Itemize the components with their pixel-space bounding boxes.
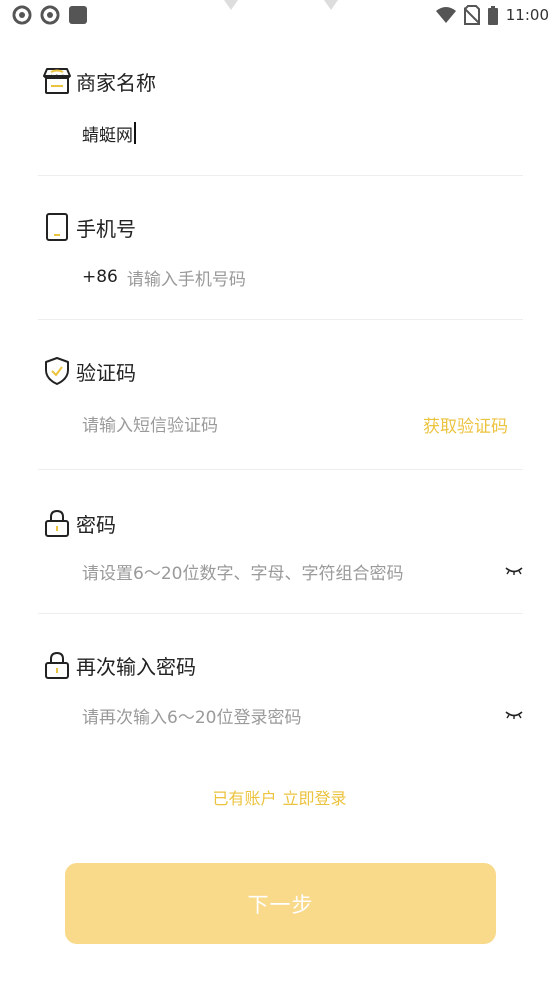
status-time: 11:00 [505, 6, 549, 24]
confirm-password-input[interactable]: 请再次输入6～20位登录密码 [82, 700, 489, 730]
eye-closed-icon[interactable] [505, 565, 523, 577]
shield-check-icon [45, 357, 69, 385]
get-code-button[interactable]: 获取验证码 [423, 412, 508, 437]
verify-code-label-row: 验证码 [42, 356, 136, 386]
status-right-icons: 11:00 [435, 5, 549, 25]
text-caret [134, 122, 136, 144]
store-icon [43, 68, 71, 94]
shop-name-label: 商家名称 [76, 70, 156, 95]
verify-code-placeholder: 请输入短信验证码 [82, 415, 218, 436]
password-placeholder: 请设置6～20位数字、字母、字符组合密码 [82, 563, 404, 584]
login-link-prefix: 已有账户 [212, 789, 277, 808]
phone-placeholder: 请输入手机号码 [126, 269, 246, 290]
login-link-action[interactable]: 立即登录 [283, 789, 347, 808]
eye-closed-icon[interactable] [505, 709, 523, 721]
next-step-button[interactable]: 下一步 [65, 863, 496, 944]
phone-section: 手机号 +86 请输入手机号码 [38, 176, 523, 320]
shop-name-label-row: 商家名称 [42, 66, 156, 96]
sync-icon [40, 5, 60, 25]
confirm-password-label-row: 再次输入密码 [42, 650, 196, 680]
phone-icon [46, 213, 68, 241]
notch-left-decoration [224, 0, 238, 10]
password-label: 密码 [76, 512, 116, 537]
app-square-icon [69, 6, 87, 24]
verify-code-label: 验证码 [76, 360, 136, 385]
shop-name-value: 蜻蜓网 [82, 125, 133, 146]
lock-icon [45, 651, 69, 679]
lock-icon [45, 509, 69, 537]
confirm-password-section: 再次输入密码 请再次输入6～20位登录密码 [38, 614, 523, 754]
password-label-row: 密码 [42, 508, 116, 538]
confirm-password-placeholder: 请再次输入6～20位登录密码 [82, 707, 302, 728]
sync-icon [12, 5, 32, 25]
shop-name-input[interactable]: 蜻蜓网 [82, 118, 523, 148]
no-sim-icon [463, 5, 480, 25]
status-bar: 11:00 [0, 0, 559, 30]
password-input[interactable]: 请设置6～20位数字、字母、字符组合密码 [82, 556, 489, 586]
status-left-icons [12, 5, 88, 25]
notch-right-decoration [324, 0, 338, 10]
phone-input[interactable]: +86 请输入手机号码 [82, 262, 523, 292]
verify-code-section: 验证码 请输入短信验证码 获取验证码 [38, 320, 523, 470]
battery-icon [487, 5, 498, 25]
phone-label-row: 手机号 [42, 212, 136, 242]
login-link[interactable]: 已有账户 立即登录 [0, 785, 559, 809]
shop-name-section: 商家名称 蜻蜓网 [38, 62, 523, 176]
phone-label: 手机号 [76, 216, 136, 241]
wifi-icon [435, 7, 456, 23]
password-section: 密码 请设置6～20位数字、字母、字符组合密码 [38, 470, 523, 614]
country-code[interactable]: +86 [82, 267, 118, 287]
confirm-password-label: 再次输入密码 [76, 654, 196, 679]
